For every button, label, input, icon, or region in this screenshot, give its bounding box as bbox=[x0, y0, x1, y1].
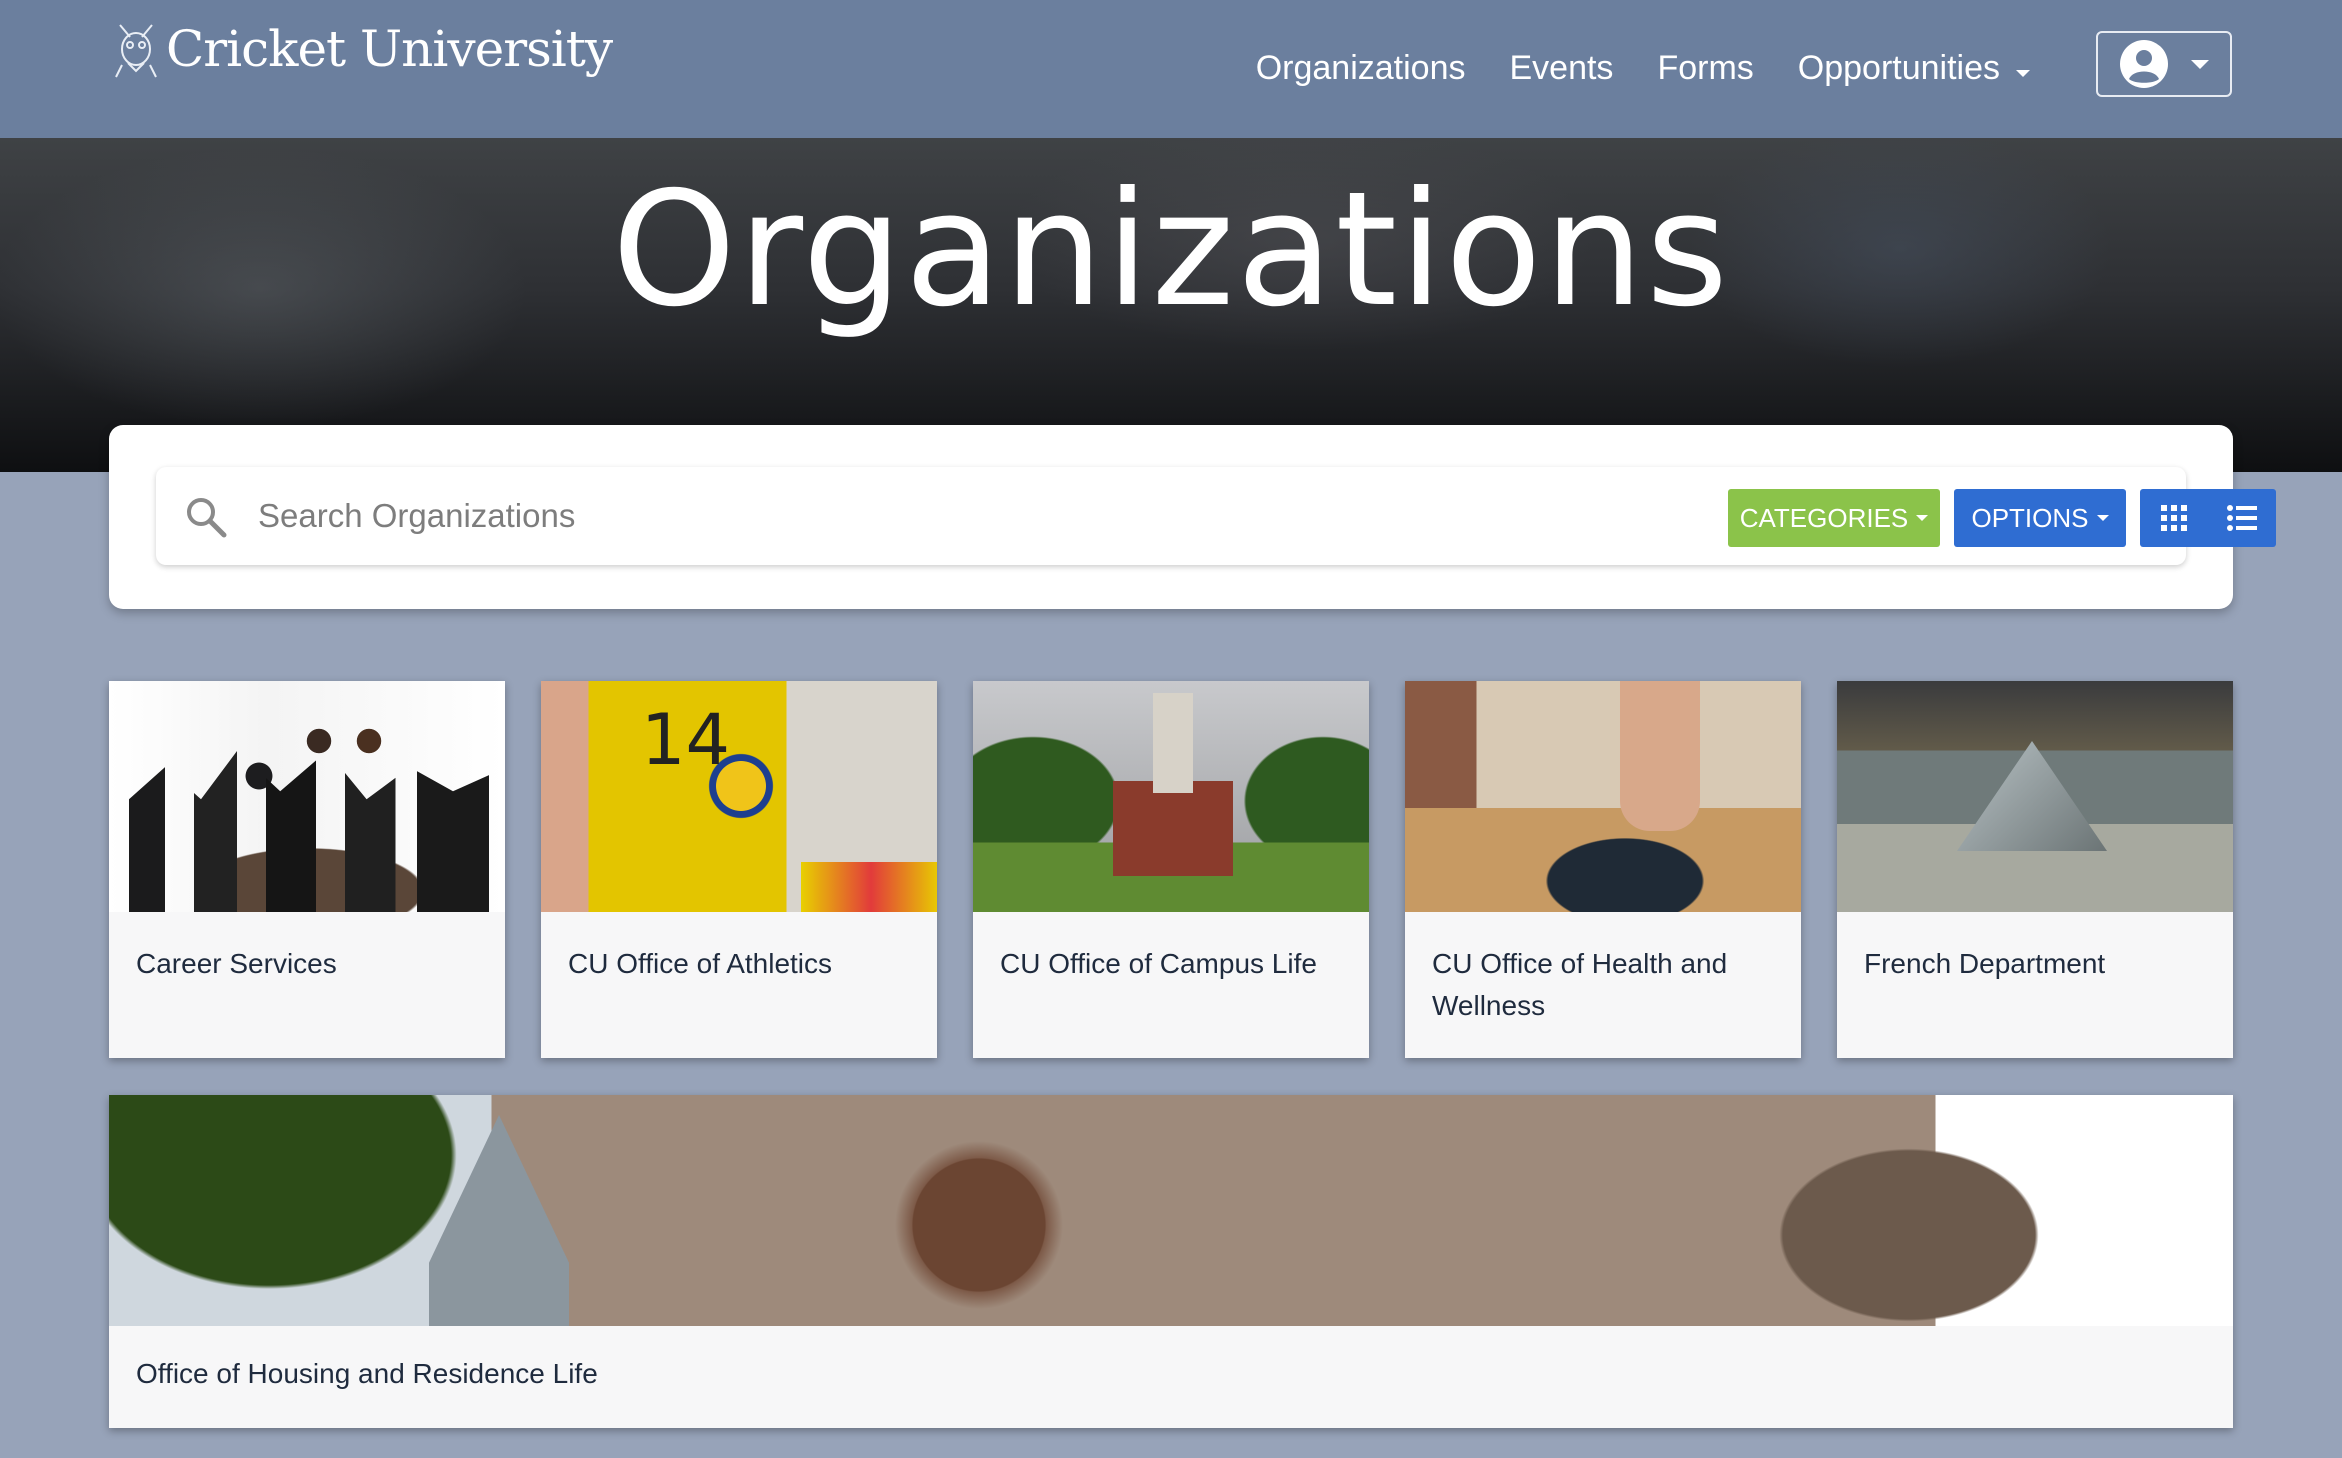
nav-events[interactable]: Events bbox=[1487, 40, 1635, 96]
brand-logo[interactable]: Cricket University bbox=[112, 14, 613, 84]
organization-name: Career Services bbox=[136, 948, 337, 979]
user-menu-button[interactable] bbox=[2096, 31, 2232, 97]
page-title: Organizations bbox=[611, 158, 1731, 342]
chevron-down-icon bbox=[1916, 515, 1929, 521]
view-toggle bbox=[2140, 489, 2276, 547]
chevron-down-icon bbox=[2096, 515, 2109, 521]
organization-card[interactable]: French Department bbox=[1837, 681, 2233, 1058]
list-view-button[interactable] bbox=[2208, 489, 2276, 547]
organization-card[interactable]: CU Office of Campus Life bbox=[973, 681, 1369, 1058]
organization-name: CU Office of Campus Life bbox=[1000, 948, 1317, 979]
organization-card[interactable]: CU Office of Athletics bbox=[541, 681, 937, 1058]
nav-opportunities-dropdown[interactable]: Opportunities bbox=[1776, 40, 2052, 96]
primary-nav: Organizations Events Forms Opportunities bbox=[1234, 40, 2052, 96]
nav-events-label: Events bbox=[1509, 48, 1614, 87]
search-input[interactable] bbox=[256, 485, 1460, 547]
organization-name: CU Office of Athletics bbox=[568, 948, 833, 979]
organization-image bbox=[1837, 681, 2233, 912]
organization-name: French Department bbox=[1864, 948, 2106, 979]
search-bar: CATEGORIES OPTIONS bbox=[156, 467, 2276, 565]
organization-image bbox=[1405, 681, 1801, 912]
organization-name: CU Office of Health and Wellness bbox=[1432, 948, 1728, 1021]
organization-card[interactable]: Office of Housing and Residence Life bbox=[109, 1095, 2233, 1428]
search-panel: CATEGORIES OPTIONS bbox=[109, 425, 2276, 609]
nav-forms-label: Forms bbox=[1657, 48, 1754, 87]
chevron-down-icon bbox=[2191, 59, 2209, 69]
organization-image bbox=[109, 681, 505, 912]
brand-name: Cricket University bbox=[166, 20, 613, 78]
organization-image bbox=[973, 681, 1369, 912]
user-circle-icon bbox=[2120, 40, 2168, 88]
options-label: OPTIONS bbox=[1971, 502, 2089, 533]
categories-dropdown-button[interactable]: CATEGORIES bbox=[1728, 489, 1940, 547]
top-navbar: Cricket University Organizations Events … bbox=[0, 0, 2342, 138]
organization-image bbox=[109, 1095, 2233, 1326]
cricket-logo-icon bbox=[115, 24, 157, 78]
organization-name: Office of Housing and Residence Life bbox=[136, 1358, 598, 1389]
hero-banner: Organizations bbox=[0, 138, 2342, 472]
chevron-down-icon bbox=[2016, 69, 2030, 77]
nav-opportunities-label: Opportunities bbox=[1797, 48, 2000, 87]
list-icon bbox=[2227, 505, 2257, 531]
search-icon bbox=[187, 498, 227, 538]
nav-organizations[interactable]: Organizations bbox=[1234, 40, 1488, 96]
organization-card[interactable]: Career Services bbox=[109, 681, 505, 1058]
nav-forms[interactable]: Forms bbox=[1635, 40, 1775, 96]
options-dropdown-button[interactable]: OPTIONS bbox=[1954, 489, 2126, 547]
organization-card[interactable]: CU Office of Health and Wellness bbox=[1405, 681, 1801, 1058]
grid-view-button[interactable] bbox=[2140, 489, 2208, 547]
organization-image bbox=[541, 681, 937, 912]
nav-organizations-label: Organizations bbox=[1255, 48, 1466, 87]
grid-icon bbox=[2161, 505, 2187, 531]
categories-label: CATEGORIES bbox=[1739, 502, 1909, 533]
